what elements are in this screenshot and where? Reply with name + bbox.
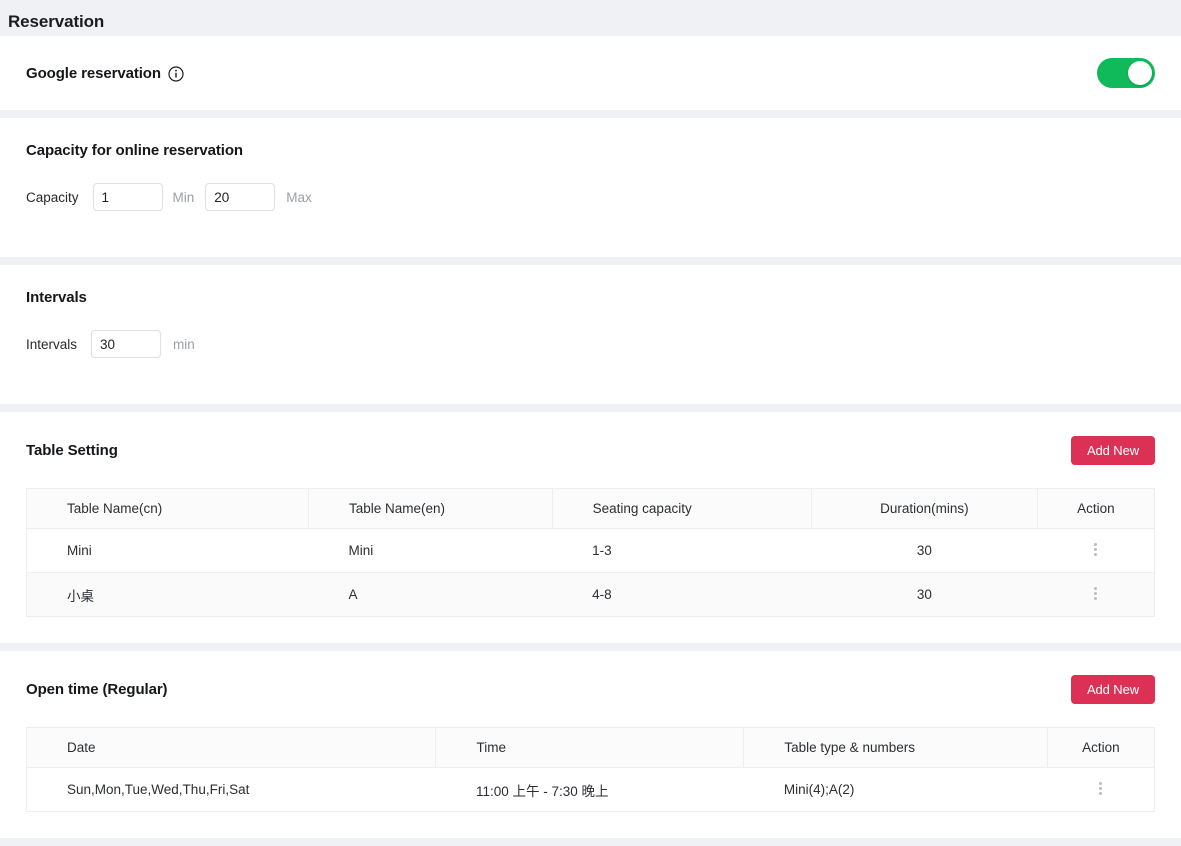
table-row: 小桌 A 4-8 30 xyxy=(26,572,1155,617)
open-time-header: Open time (Regular) Add New xyxy=(26,675,1155,704)
reservation-page: Reservation Google reservation Capacity … xyxy=(0,0,1181,846)
intervals-card: Intervals Intervals min xyxy=(0,265,1181,404)
table-setting-header: Table Setting Add New xyxy=(26,436,1155,465)
google-reservation-card: Google reservation xyxy=(0,36,1181,110)
column-header-time: Time xyxy=(435,727,745,768)
cell-table-name-cn: 小桌 xyxy=(26,572,309,617)
cell-action xyxy=(1037,528,1155,573)
table-row: Mini Mini 1-3 30 xyxy=(26,528,1155,573)
capacity-min-suffix: Min xyxy=(172,189,195,205)
table-setting-table: Table Name(cn) Table Name(en) Seating ca… xyxy=(26,488,1155,617)
open-time-header-row: Date Time Table type & numbers Action xyxy=(26,727,1155,768)
page-title: Reservation xyxy=(8,12,105,31)
table-row: Sun,Mon,Tue,Wed,Thu,Fri,Sat 11:00 上午 - 7… xyxy=(26,767,1155,812)
capacity-min-input[interactable] xyxy=(92,183,163,211)
cell-table-name-cn: Mini xyxy=(26,528,309,573)
intervals-input[interactable] xyxy=(91,330,162,358)
intervals-heading: Intervals xyxy=(26,289,87,306)
cell-duration: 30 xyxy=(811,572,1038,617)
capacity-max-input[interactable] xyxy=(205,183,276,211)
cell-action xyxy=(1037,572,1155,617)
cell-table-name-en: Mini xyxy=(308,528,553,573)
open-time-add-new-button[interactable]: Add New xyxy=(1070,675,1155,704)
column-header-table-name-cn: Table Name(cn) xyxy=(26,488,309,529)
cell-table-name-en: A xyxy=(308,572,553,617)
capacity-heading: Capacity for online reservation xyxy=(26,142,243,159)
table-setting-add-new-button[interactable]: Add New xyxy=(1070,436,1155,465)
cell-duration: 30 xyxy=(811,528,1038,573)
open-time-table: Date Time Table type & numbers Action Su… xyxy=(26,727,1155,812)
capacity-max-suffix: Max xyxy=(286,189,312,205)
open-time-heading: Open time (Regular) xyxy=(26,681,168,698)
column-header-duration: Duration(mins) xyxy=(811,488,1038,529)
cell-seating-capacity: 1-3 xyxy=(552,528,812,573)
kebab-menu-icon[interactable] xyxy=(1088,583,1104,604)
cell-table-type-numbers: Mini(4);A(2) xyxy=(743,767,1048,812)
column-header-action: Action xyxy=(1047,727,1155,768)
column-header-table-name-en: Table Name(en) xyxy=(308,488,553,529)
google-reservation-title: Google reservation xyxy=(26,64,161,82)
capacity-label: Capacity xyxy=(26,189,79,205)
intervals-label: Intervals xyxy=(26,336,78,352)
column-header-table-type-numbers: Table type & numbers xyxy=(743,727,1048,768)
kebab-menu-icon[interactable] xyxy=(1088,539,1104,560)
column-header-seating-capacity: Seating capacity xyxy=(552,488,813,529)
google-reservation-toggle[interactable] xyxy=(1097,58,1155,88)
column-header-date: Date xyxy=(26,727,437,768)
intervals-suffix: min xyxy=(173,336,195,352)
info-circle-icon[interactable] xyxy=(168,66,184,82)
google-reservation-label-group: Google reservation xyxy=(26,65,184,82)
cell-seating-capacity: 4-8 xyxy=(552,572,812,617)
intervals-field-row: Intervals min xyxy=(26,330,1155,358)
table-setting-card: Table Setting Add New Table Name(cn) Tab… xyxy=(0,412,1181,643)
cell-time: 11:00 上午 - 7:30 晚上 xyxy=(435,767,744,812)
capacity-card: Capacity for online reservation Capacity… xyxy=(0,118,1181,257)
kebab-menu-icon[interactable] xyxy=(1093,778,1109,799)
table-setting-header-row: Table Name(cn) Table Name(en) Seating ca… xyxy=(26,488,1155,529)
cell-action xyxy=(1047,767,1155,812)
table-setting-heading: Table Setting xyxy=(26,442,118,459)
open-time-card: Open time (Regular) Add New Date Time Ta… xyxy=(0,651,1181,838)
capacity-field-row: Capacity Min Max xyxy=(26,183,1155,211)
cell-date: Sun,Mon,Tue,Wed,Thu,Fri,Sat xyxy=(26,767,436,812)
column-header-action: Action xyxy=(1037,488,1155,529)
toggle-knob xyxy=(1128,61,1152,85)
